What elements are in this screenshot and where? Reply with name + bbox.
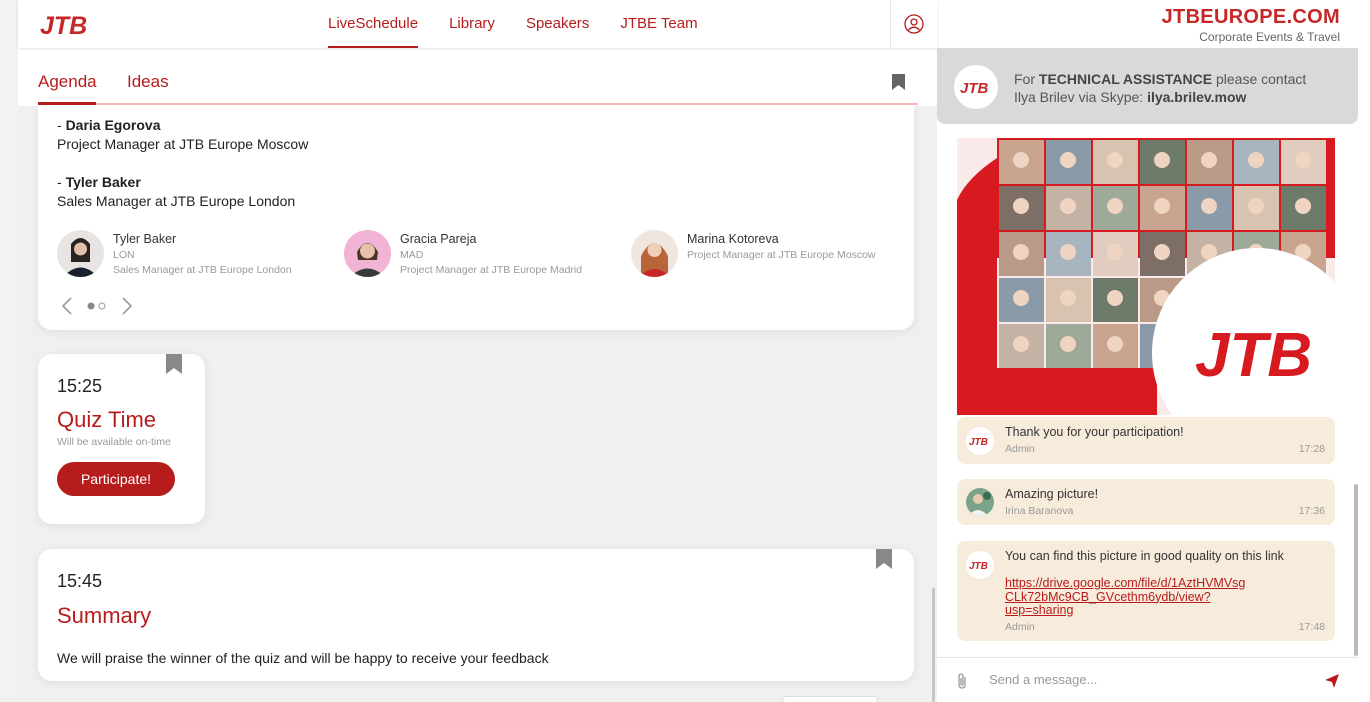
send-icon[interactable] <box>1324 673 1340 689</box>
speaker-location: MAD <box>400 249 424 261</box>
bookmark-icon[interactable] <box>876 549 892 569</box>
avatar <box>966 488 994 516</box>
jtb-logo[interactable]: JTB <box>38 9 90 39</box>
svg-text:JTB: JTB <box>40 12 87 39</box>
speaker-line-name: Tyler Baker <box>65 174 141 190</box>
tech-text-part: For <box>1014 71 1039 87</box>
brand-block: JTBEUROPE.COM Corporate Events & Travel <box>1162 6 1340 44</box>
participate-button[interactable]: Participate! <box>57 462 175 496</box>
nav-speakers[interactable]: Speakers <box>526 0 589 48</box>
speaker-line-role: Sales Manager at JTB Europe London <box>57 193 296 209</box>
summary-time: 15:45 <box>57 571 103 591</box>
tech-assistance-notice: JTB For TECHNICAL ASSISTANCE please cont… <box>937 48 1358 124</box>
schedule-scrollbar[interactable] <box>932 588 935 702</box>
message-text: Thank you for your participation! <box>1005 425 1184 439</box>
avatar <box>344 230 391 277</box>
speaker-role: Sales Manager at JTB Europe London <box>113 264 292 276</box>
bookmark-icon[interactable] <box>892 74 905 90</box>
avatar <box>57 230 104 277</box>
top-header: JTB LiveSchedule Library Speakers JTBE T… <box>18 0 937 48</box>
quiz-note: Will be available on-time <box>57 436 171 448</box>
link-line[interactable]: https://drive.google.com/file/d/1AztHVMV… <box>1005 576 1245 590</box>
message-time: 17:48 <box>1298 621 1325 633</box>
chat-message: JTB You can find this picture in good qu… <box>957 541 1335 641</box>
nav-jtbe-team[interactable]: JTBE Team <box>620 0 697 48</box>
user-profile-button[interactable] <box>890 0 937 48</box>
link-line[interactable]: usp=sharing <box>1005 603 1073 617</box>
avatar: JTB <box>966 427 994 455</box>
avatar <box>631 230 678 277</box>
chat-message: Amazing picture! Irina Baranova 17:36 <box>957 479 1335 525</box>
tab-divider <box>38 103 918 105</box>
jtb-logo: JTB <box>954 65 998 109</box>
message-author: Irina Baranova <box>1005 505 1074 517</box>
speaker-name: Tyler Baker <box>113 232 177 246</box>
message-time: 17:28 <box>1298 443 1325 455</box>
agenda-tabs: Agenda Ideas <box>18 48 937 106</box>
message-text: You can find this picture in good qualit… <box>1005 549 1284 563</box>
message-link[interactable]: https://drive.google.com/file/d/1AztHVMV… <box>1005 576 1245 618</box>
nav-library[interactable]: Library <box>449 0 495 48</box>
next-card-peek <box>782 696 878 702</box>
nav-liveschedule[interactable]: LiveSchedule <box>328 0 419 48</box>
speaker-line-name: Daria Egorova <box>65 117 161 133</box>
message-composer <box>937 657 1358 702</box>
message-time: 17:36 <box>1298 505 1325 517</box>
speaker-role: Project Manager at JTB Europe Moscow <box>687 249 876 261</box>
tech-text-part: Ilya Brilev via Skype: <box>1014 89 1148 105</box>
session-card: - Daria Egorova Project Manager at JTB E… <box>38 106 914 330</box>
chat-image-logo-text: JTB <box>1195 321 1312 390</box>
tab-active-indicator <box>38 102 96 105</box>
skype-handle[interactable]: ilya.brilev.mow <box>1147 89 1246 105</box>
speaker-line: - Tyler Baker Sales Manager at JTB Europ… <box>57 173 295 211</box>
speaker-card[interactable]: Tyler Baker LON Sales Manager at JTB Eur… <box>57 230 292 277</box>
paperclip-icon[interactable] <box>956 672 968 690</box>
speaker-line-prefix: - <box>57 117 66 133</box>
chevron-right-icon[interactable] <box>120 296 134 316</box>
avatar: JTB <box>966 551 994 579</box>
brand-name[interactable]: JTBEUROPE.COM <box>1162 6 1340 29</box>
main-nav: LiveSchedule Library Speakers JTBE Team <box>328 0 729 48</box>
tech-assistance-text: For TECHNICAL ASSISTANCE please contact … <box>1014 70 1306 106</box>
tech-text-part: please contact <box>1212 71 1307 87</box>
chat-message: JTB Thank you for your participation! Ad… <box>957 417 1335 464</box>
message-author: Admin <box>1005 621 1035 633</box>
speaker-card[interactable]: Marina Kotoreva Project Manager at JTB E… <box>631 230 876 277</box>
pager-dots[interactable] <box>86 301 110 311</box>
speaker-name: Marina Kotoreva <box>687 232 779 246</box>
quiz-time: 15:25 <box>57 376 103 396</box>
message-input[interactable] <box>989 672 1309 687</box>
summary-title: Summary <box>57 603 152 628</box>
brand-subtitle: Corporate Events & Travel <box>1199 30 1340 44</box>
speaker-line-prefix: - <box>57 174 66 190</box>
tab-agenda[interactable]: Agenda <box>38 72 97 92</box>
chevron-left-icon[interactable] <box>60 296 74 316</box>
tech-text-strong: TECHNICAL ASSISTANCE <box>1038 71 1213 87</box>
user-circle-icon <box>904 14 924 34</box>
svg-text:JTB: JTB <box>960 80 989 97</box>
quiz-card: 15:25 Quiz Time Will be available on-tim… <box>38 354 205 524</box>
svg-text:JTB: JTB <box>969 437 988 448</box>
message-text: Amazing picture! <box>1005 487 1099 501</box>
summary-description: We will praise the winner of the quiz an… <box>57 650 549 666</box>
quiz-title: Quiz Time <box>57 407 157 432</box>
speaker-line: - Daria Egorova Project Manager at JTB E… <box>57 116 308 154</box>
bookmark-icon[interactable] <box>166 354 182 374</box>
message-author: Admin <box>1005 443 1035 455</box>
chat-scrollbar[interactable] <box>1354 484 1358 656</box>
speaker-card[interactable]: Gracia Pareja MAD Project Manager at JTB… <box>344 230 582 277</box>
speaker-line-role: Project Manager at JTB Europe Moscow <box>57 136 309 152</box>
chat-image[interactable]: JTB <box>957 138 1335 415</box>
summary-card: 15:45 Summary We will praise the winner … <box>38 549 914 681</box>
svg-text:JTB: JTB <box>969 561 988 572</box>
speaker-location: LON <box>113 249 135 261</box>
photo-collage: JTB <box>957 138 1335 415</box>
speaker-name: Gracia Pareja <box>400 232 477 246</box>
link-line[interactable]: CLk72bMc9CB_GVcethm6ydb/view? <box>1005 590 1211 604</box>
speaker-role: Project Manager at JTB Europe Madrid <box>400 264 583 276</box>
tab-ideas[interactable]: Ideas <box>127 72 169 92</box>
chat-pane: JTBEUROPE.COM Corporate Events & Travel … <box>937 0 1370 702</box>
